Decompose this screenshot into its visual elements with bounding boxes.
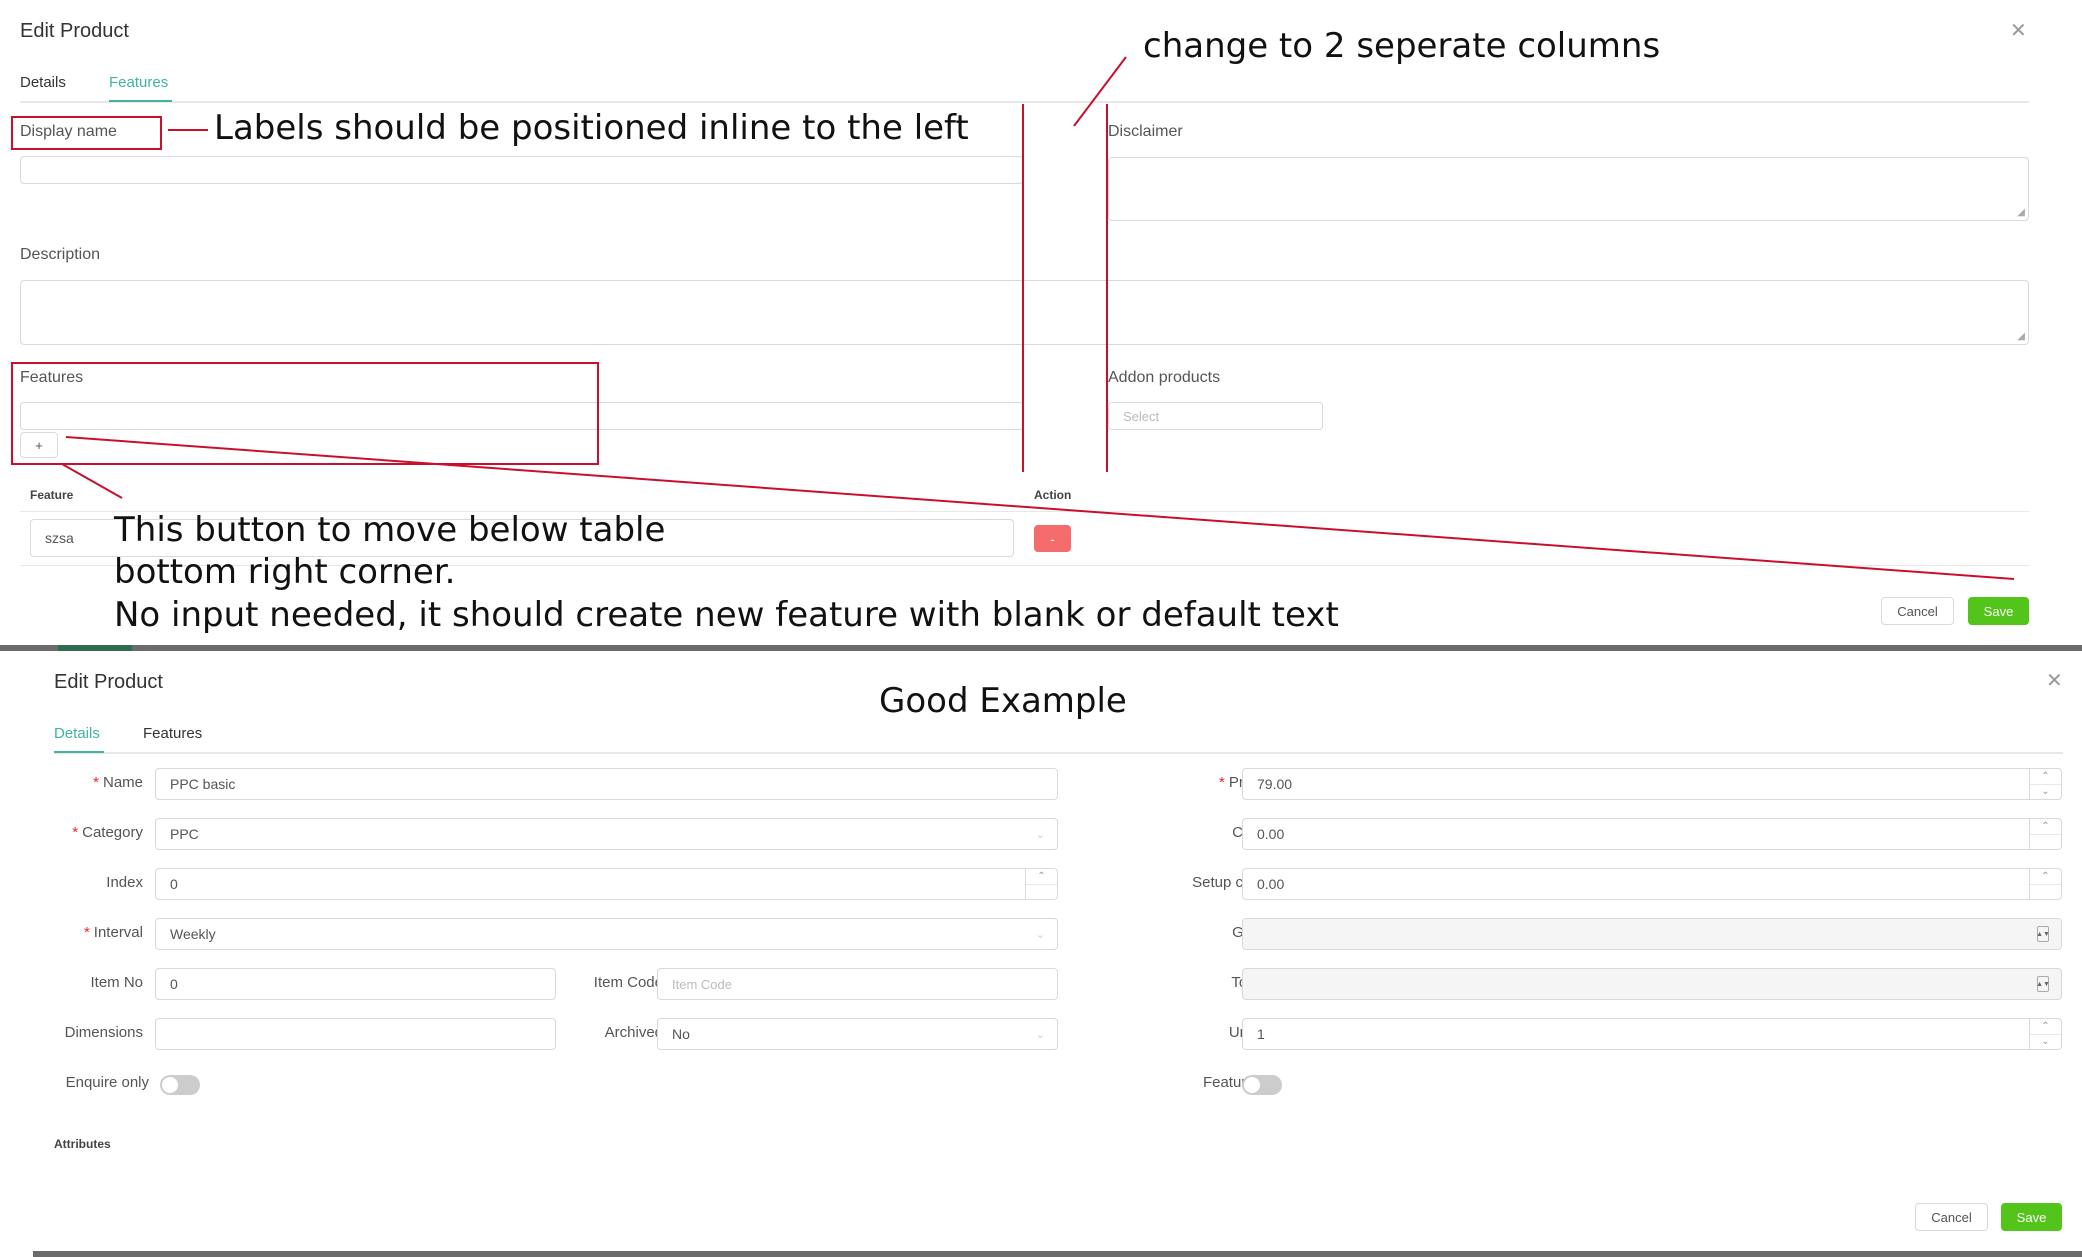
gst-label: GST [1113, 924, 1263, 941]
setup-cost-stepper[interactable]: ⌃ [2029, 869, 2061, 899]
cost-label: Cost [1113, 824, 1263, 841]
price-label: *Price [1218, 774, 1263, 791]
chevron-down-icon: ⌄ [1035, 928, 1045, 941]
dimensions-label: Dimensions [64, 1024, 143, 1041]
annotation-labels: Labels should be positioned inline to th… [214, 108, 969, 148]
interval-select[interactable]: Weekly ⌄ [155, 918, 1058, 950]
annotation-button-line1: This button to move below table [114, 510, 666, 550]
tab-details[interactable]: Details [54, 725, 100, 742]
price-stepper[interactable]: ⌃ ⌄ [2029, 769, 2061, 799]
units-label: Units [1113, 1024, 1263, 1041]
item-no-input[interactable]: 0 [155, 968, 556, 1000]
archived-select[interactable]: No ⌄ [657, 1018, 1058, 1050]
name-label: * Name [93, 774, 143, 791]
item-code-input[interactable]: Item Code [657, 968, 1058, 1000]
annotation-button-line3: No input needed, it should create new fe… [114, 595, 1339, 635]
tab-divider [54, 752, 2063, 754]
annotation-button-line2: bottom right corner. [114, 552, 456, 592]
cancel-button[interactable]: Cancel [1915, 1203, 1988, 1231]
units-input[interactable]: 1 ⌃ ⌄ [1242, 1018, 2062, 1050]
archived-label: Archived [604, 1024, 663, 1041]
tab-active-indicator [54, 751, 104, 753]
chevron-down-icon[interactable] [2030, 883, 2061, 900]
interval-label: * Interval [83, 924, 143, 941]
enquire-only-toggle[interactable] [160, 1075, 200, 1095]
dialog-title: Edit Product [54, 671, 163, 693]
index-input[interactable]: 0 ⌃ [155, 868, 1058, 900]
bottom-edit-product-dialog: Edit Product ✕ Good Example Details Feat… [33, 651, 2082, 1251]
attributes-heading: Attributes [54, 1137, 111, 1151]
units-stepper[interactable]: ⌃ ⌄ [2029, 1019, 2061, 1049]
category-label: * Category [72, 824, 143, 841]
setup-cost-label: Setup cost [1192, 874, 1263, 891]
save-button[interactable]: Save [2001, 1203, 2062, 1231]
chevron-up-icon[interactable]: ⌃ [2030, 869, 2061, 884]
item-code-label: Item Code [593, 974, 663, 991]
item-no-label: Item No [90, 974, 143, 991]
total-label: Total [1113, 974, 1263, 991]
enquire-only-label: Enquire only [65, 1074, 149, 1091]
featured-toggle[interactable] [1242, 1075, 1282, 1095]
chevron-down-icon[interactable]: ⌄ [2030, 783, 2061, 800]
tab-features[interactable]: Features [143, 725, 202, 742]
chevron-down-icon: ⌄ [1035, 828, 1045, 841]
category-select[interactable]: PPC ⌄ [155, 818, 1058, 850]
index-label: Index [106, 874, 143, 891]
bottom-background-strip [33, 1251, 2082, 1257]
annotation-columns: change to 2 seperate columns [1143, 26, 1661, 66]
chevron-up-icon[interactable]: ⌃ [1026, 869, 1057, 884]
cost-input[interactable]: 0.00 ⌃ [1242, 818, 2062, 850]
name-input[interactable]: PPC basic [155, 768, 1058, 800]
index-stepper[interactable]: ⌃ [1025, 869, 1057, 899]
chevron-up-icon[interactable]: ⌃ [2030, 1019, 2061, 1034]
setup-cost-input[interactable]: 0.00 ⌃ [1242, 868, 2062, 900]
spinner-icon: ▲▼ [2036, 926, 2050, 942]
chevron-up-icon[interactable]: ⌃ [2030, 769, 2061, 784]
chevron-up-icon[interactable]: ⌃ [2030, 819, 2061, 834]
price-input[interactable]: 79.00 ⌃ ⌄ [1242, 768, 2062, 800]
annotation-good-example: Good Example [879, 681, 1127, 721]
featured-label: Featured [1202, 1074, 1263, 1091]
chevron-down-icon[interactable] [1026, 883, 1057, 900]
spinner-icon: ▲▼ [2036, 976, 2050, 992]
cost-stepper[interactable]: ⌃ [2029, 819, 2061, 849]
gst-input: ▲▼ [1242, 918, 2062, 950]
chevron-down-icon[interactable]: ⌄ [2030, 1033, 2061, 1050]
close-icon[interactable]: ✕ [2046, 668, 2063, 693]
top-edit-product-dialog: Edit Product ✕ Details Features Display … [0, 0, 2082, 645]
chevron-down-icon[interactable] [2030, 833, 2061, 850]
dimensions-input[interactable] [155, 1018, 556, 1050]
chevron-down-icon: ⌄ [1035, 1028, 1045, 1041]
total-input: ▲▼ [1242, 968, 2062, 1000]
